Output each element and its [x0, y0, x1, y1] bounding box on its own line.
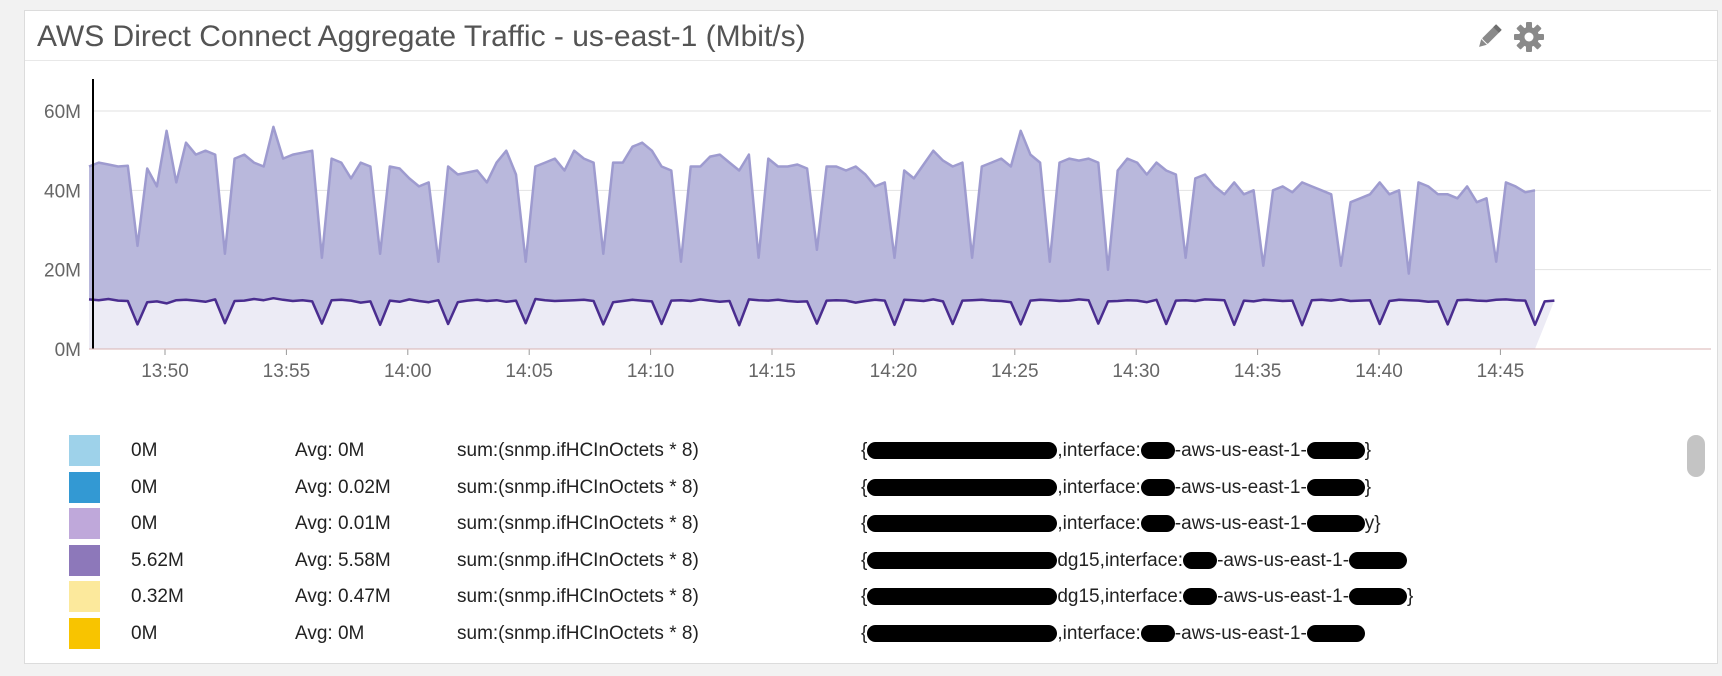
legend-tags: {,interface: -aws-us-east-1- y}: [861, 513, 1381, 535]
legend-tags: {dg15,interface: -aws-us-east-1-}: [861, 586, 1413, 608]
legend-tags-mid: ,interface:: [1057, 476, 1141, 498]
x-tick-label: 13:55: [263, 361, 311, 382]
legend-row[interactable]: 0M Avg: 0.02M sum:(snmp.ifHCInOctets * 8){…: [25, 468, 1685, 508]
redaction-mark: [1183, 588, 1218, 606]
widget-header: AWS Direct Connect Aggregate Traffic - u…: [25, 11, 1717, 61]
redaction-mark: [867, 442, 1058, 460]
y-tick-label: 0M: [55, 340, 81, 361]
legend-row[interactable]: 0M Avg: 0M sum:(snmp.ifHCInOctets * 8){,in…: [25, 614, 1685, 654]
legend-tags-region: -aws-us-east-1-: [1174, 440, 1307, 461]
legend-swatch: [69, 471, 100, 503]
legend-tags-close: }: [1364, 476, 1372, 498]
legend-row[interactable]: 0M Avg: 0.01M sum:(snmp.ifHCInOctets * 8){…: [25, 504, 1685, 544]
x-tick-label: 14:20: [870, 361, 918, 382]
x-tick-label: 14:00: [384, 361, 432, 382]
redaction-mark: [1306, 624, 1365, 642]
legend-row[interactable]: 0.32M Avg: 0.47M sum:(snmp.ifHCInOctets * …: [25, 577, 1685, 617]
redaction-mark: [1306, 515, 1365, 533]
x-tick-label: 14:40: [1355, 361, 1403, 382]
legend-tags-mid: ,interface:: [1057, 513, 1141, 534]
legend-tags-mid: dg15,interface:: [1057, 586, 1184, 607]
x-axis-ticks: 13:50 13:55 14:00 14:05 14:10 14:15 14:20 14:25…: [141, 349, 1524, 382]
x-tick-label: 13:50: [141, 361, 189, 382]
legend-query: sum:(snmp.ifHCInOctets * 8): [457, 586, 699, 607]
y-tick-label: 60M: [44, 102, 81, 123]
redaction-mark: [1140, 442, 1175, 460]
chart-areas: [88, 125, 1555, 350]
legend-tags-region: -aws-us-east-1-: [1174, 476, 1307, 498]
legend-average-value: Avg: 0M: [295, 622, 365, 644]
widget-title: AWS Direct Connect Aggregate Traffic - u…: [37, 20, 806, 53]
redaction-mark: [1140, 624, 1175, 642]
legend-tags-region: -aws-us-east-1-: [1174, 513, 1307, 534]
legend-current-value: 0M: [131, 440, 158, 461]
legend-tags-close: }: [1364, 440, 1372, 461]
redaction-mark: [1306, 442, 1365, 460]
x-tick-label: 14:10: [627, 361, 675, 382]
legend-tags: {,interface: -aws-us-east-1-}: [861, 440, 1371, 462]
redaction-mark: [1306, 478, 1365, 496]
legend-list: 0M Avg: 0M sum:(snmp.ifHCInOctets * 8){,in…: [25, 431, 1685, 655]
legend-tags-mid: ,interface:: [1057, 622, 1141, 644]
x-tick-label: 14:30: [1112, 361, 1160, 382]
chart-canvas[interactable]: 0M 20M 40M 60M 13:50 13:55 14:00 14:05 14:10 14:…: [25, 61, 1719, 421]
legend-tags-region: -aws-us-east-1-: [1217, 549, 1350, 571]
legend-current-value: 0M: [131, 622, 158, 644]
timeseries-widget: AWS Direct Connect Aggregate Traffic - u…: [24, 10, 1718, 664]
redaction-mark: [867, 624, 1058, 642]
legend-tags-mid: dg15,interface:: [1057, 549, 1184, 571]
legend-average-value: Avg: 0M: [295, 440, 365, 461]
traffic-chart[interactable]: 0M 20M 40M 60M 13:50 13:55 14:00 14:05 14:10 14:…: [25, 61, 1719, 421]
legend-average-value: Avg: 5.58M: [295, 549, 391, 571]
legend-current-value: 0.32M: [131, 586, 184, 607]
legend-scrollbar-thumb[interactable]: [1687, 435, 1705, 477]
redaction-mark: [867, 478, 1058, 496]
legend-tags-close: y}: [1364, 513, 1381, 534]
legend-average-value: Avg: 0.02M: [295, 476, 391, 498]
redaction-mark: [867, 588, 1058, 606]
legend-query: sum:(snmp.ifHCInOctets * 8): [457, 476, 699, 498]
legend-tags-region: -aws-us-east-1-: [1174, 622, 1307, 644]
legend-swatch: [69, 544, 100, 576]
legend-tags: {,interface: -aws-us-east-1-: [861, 623, 1365, 645]
x-tick-label: 14:35: [1234, 361, 1282, 382]
redaction-mark: [1349, 551, 1408, 569]
legend-swatch: [69, 617, 100, 649]
legend-query: sum:(snmp.ifHCInOctets * 8): [457, 513, 699, 534]
legend-current-value: 0M: [131, 476, 158, 498]
legend-tags: {,interface: -aws-us-east-1-}: [861, 477, 1371, 499]
legend-tags-close: }: [1407, 586, 1414, 607]
legend-tags-region: -aws-us-east-1-: [1217, 586, 1350, 607]
pencil-icon[interactable]: [1473, 21, 1505, 53]
redaction-mark: [1349, 588, 1408, 606]
x-tick-label: 14:25: [991, 361, 1039, 382]
redaction-mark: [1140, 478, 1175, 496]
legend-tags-mid: ,interface:: [1057, 440, 1141, 461]
legend-query: sum:(snmp.ifHCInOctets * 8): [457, 440, 699, 461]
x-tick-label: 14:45: [1477, 361, 1525, 382]
redaction-mark: [1183, 551, 1218, 569]
legend-swatch: [69, 508, 100, 539]
legend-query: sum:(snmp.ifHCInOctets * 8): [457, 549, 699, 571]
redaction-mark: [867, 515, 1058, 533]
y-tick-label: 20M: [44, 261, 81, 282]
legend-row[interactable]: 5.62M Avg: 5.58M sum:(snmp.ifHCInOctets * …: [25, 541, 1685, 581]
y-tick-label: 40M: [44, 181, 81, 202]
legend-row[interactable]: 0M Avg: 0M sum:(snmp.ifHCInOctets * 8){,in…: [25, 431, 1685, 471]
gear-icon[interactable]: [1513, 21, 1545, 53]
legend-swatch: [69, 435, 100, 466]
legend-query: sum:(snmp.ifHCInOctets * 8): [457, 622, 699, 644]
redaction-mark: [867, 551, 1058, 569]
redaction-mark: [1140, 515, 1175, 533]
legend-current-value: 5.62M: [131, 549, 184, 571]
legend-swatch: [69, 581, 100, 612]
x-tick-label: 14:15: [748, 361, 796, 382]
x-tick-label: 14:05: [505, 361, 553, 382]
legend-tags: {dg15,interface: -aws-us-east-1-: [861, 549, 1408, 572]
legend-current-value: 0M: [131, 513, 158, 534]
y-axis-ticks: 0M 20M 40M 60M: [44, 102, 81, 361]
legend-average-value: Avg: 0.01M: [295, 513, 391, 534]
legend-average-value: Avg: 0.47M: [295, 586, 391, 607]
